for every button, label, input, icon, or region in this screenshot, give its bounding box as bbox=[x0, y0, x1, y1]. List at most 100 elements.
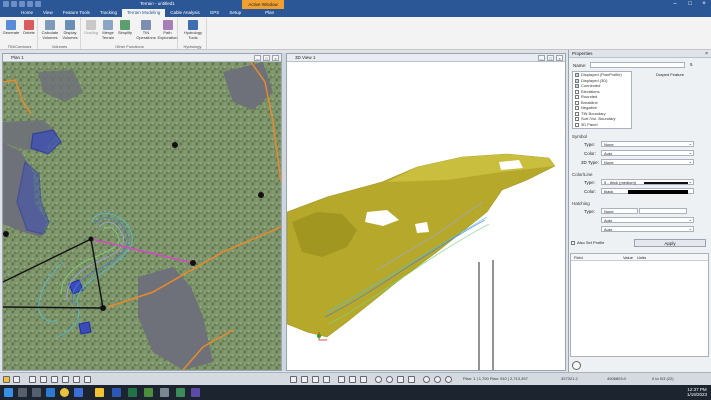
survey-point[interactable] bbox=[258, 192, 264, 198]
profile-icon[interactable] bbox=[13, 376, 20, 383]
symbol-color-select[interactable]: Auto bbox=[601, 150, 694, 156]
colorline-section-header[interactable]: Color/Line bbox=[572, 172, 593, 177]
delete-button[interactable]: Delete bbox=[20, 20, 38, 36]
apply-button[interactable]: Apply bbox=[634, 239, 706, 247]
terrain-3d-view[interactable] bbox=[287, 62, 565, 370]
pan-icon[interactable] bbox=[397, 376, 404, 383]
path-exploration-button[interactable]: Path Exploration bbox=[157, 20, 178, 40]
spin-value[interactable]: 5 bbox=[690, 62, 693, 67]
column-header-value[interactable]: Value bbox=[623, 255, 633, 260]
hatch-color-select[interactable]: Auto bbox=[601, 217, 694, 223]
pane-splitter[interactable] bbox=[282, 53, 286, 371]
undo-icon[interactable] bbox=[27, 1, 33, 7]
survey-point[interactable] bbox=[88, 236, 94, 242]
edit-icon[interactable] bbox=[40, 376, 47, 383]
pane-minimize-icon[interactable]: – bbox=[254, 55, 261, 61]
line-color-select[interactable]: black bbox=[601, 188, 694, 194]
close-icon[interactable]: × bbox=[697, 0, 711, 9]
grading-button[interactable]: Grading bbox=[82, 20, 100, 36]
minimize-icon[interactable]: – bbox=[668, 0, 682, 9]
hatch-pattern-preview[interactable] bbox=[639, 208, 687, 214]
tab-feature-tools[interactable]: Feature Tools bbox=[58, 9, 95, 17]
layer-checkbox[interactable] bbox=[575, 95, 579, 99]
layer-checkbox[interactable] bbox=[575, 73, 579, 77]
view-3d-icon[interactable] bbox=[360, 376, 367, 383]
save-icon[interactable] bbox=[11, 1, 17, 7]
plan-map[interactable] bbox=[3, 62, 281, 370]
chrome-icon[interactable] bbox=[60, 388, 69, 397]
search-icon[interactable] bbox=[18, 388, 27, 397]
teams-icon[interactable] bbox=[191, 388, 200, 397]
tab-setup[interactable]: Setup bbox=[224, 9, 246, 17]
snap-icon[interactable] bbox=[84, 376, 91, 383]
merge-terrain-button[interactable]: Merge Terrain bbox=[99, 20, 117, 40]
layer-checkbox[interactable] bbox=[575, 122, 579, 127]
tab-gps[interactable]: GPS bbox=[205, 9, 225, 17]
display-volumes-button[interactable]: Display Volumes bbox=[60, 20, 80, 40]
layer-checkbox[interactable] bbox=[575, 111, 579, 116]
pane-minimize-icon[interactable]: – bbox=[538, 55, 545, 61]
terrain-app-icon[interactable] bbox=[176, 388, 185, 397]
view-top-icon[interactable] bbox=[338, 376, 345, 383]
app-icon[interactable] bbox=[3, 1, 9, 7]
layer-checkbox[interactable] bbox=[575, 106, 579, 110]
file-explorer-icon[interactable] bbox=[95, 388, 104, 397]
pane-close-icon[interactable]: × bbox=[556, 55, 563, 61]
tab-view[interactable]: View bbox=[38, 9, 58, 17]
zoom-out-icon[interactable] bbox=[434, 376, 441, 383]
print-icon[interactable] bbox=[62, 376, 69, 383]
mail-icon[interactable] bbox=[74, 388, 83, 397]
start-icon[interactable] bbox=[4, 388, 13, 397]
zoom-in-icon[interactable] bbox=[423, 376, 430, 383]
nav-right-icon[interactable] bbox=[301, 376, 308, 383]
survey-point[interactable] bbox=[3, 231, 9, 237]
layer-checkbox[interactable] bbox=[575, 89, 579, 94]
generate-button[interactable]: Generate bbox=[2, 20, 20, 36]
layer-checkbox[interactable] bbox=[575, 78, 579, 83]
hatch-type-select[interactable]: None bbox=[601, 208, 638, 214]
app-c-icon[interactable] bbox=[144, 388, 153, 397]
move-icon[interactable] bbox=[73, 376, 80, 383]
pane-restore-icon[interactable]: □ bbox=[263, 55, 270, 61]
zoom-window-icon[interactable] bbox=[445, 376, 452, 383]
settings-icon[interactable] bbox=[572, 361, 581, 370]
hatch-background-select[interactable]: Auto bbox=[601, 226, 694, 232]
hatching-section-header[interactable]: Hatching bbox=[572, 201, 590, 206]
calculate-volumes-button[interactable]: Calculate Volumes bbox=[40, 20, 60, 40]
task-view-icon[interactable] bbox=[32, 388, 41, 397]
tab-cable-analysis[interactable]: Cable Analysis bbox=[165, 9, 205, 17]
hydrology-tools-button[interactable]: Hydrology Tools bbox=[181, 20, 205, 40]
excel-icon[interactable] bbox=[128, 388, 137, 397]
maximize-icon[interactable]: □ bbox=[683, 0, 697, 9]
zoom-extent-icon[interactable] bbox=[386, 376, 393, 383]
pane-restore-icon[interactable]: □ bbox=[547, 55, 554, 61]
hand-icon[interactable] bbox=[408, 376, 415, 383]
edge-icon[interactable] bbox=[46, 388, 55, 397]
survey-point[interactable] bbox=[190, 260, 196, 266]
also-set-profile-checkbox[interactable] bbox=[571, 241, 575, 245]
tab-plan-context[interactable]: Plan bbox=[260, 9, 279, 17]
line-type-select[interactable]: 5 - thick (medium) bbox=[601, 179, 694, 185]
panel-close-icon[interactable]: × bbox=[705, 50, 708, 58]
open-icon[interactable] bbox=[19, 1, 25, 7]
table-icon[interactable] bbox=[51, 376, 58, 383]
column-header-field[interactable]: Field bbox=[574, 255, 583, 260]
simplify-button[interactable]: Simplify bbox=[116, 20, 134, 36]
symbol-type-select[interactable]: None bbox=[601, 141, 694, 147]
select-icon[interactable] bbox=[29, 376, 36, 383]
pane-close-icon[interactable]: × bbox=[272, 55, 279, 61]
redo-icon[interactable] bbox=[35, 1, 41, 7]
system-tray[interactable] bbox=[600, 388, 650, 397]
tab-home[interactable]: Home bbox=[16, 9, 38, 17]
symbol-3d-type-select[interactable]: None bbox=[601, 159, 694, 165]
name-field[interactable] bbox=[590, 62, 685, 68]
layer-checkbox[interactable] bbox=[575, 84, 579, 88]
rotate-icon[interactable] bbox=[312, 376, 319, 383]
tab-terrain-modeling[interactable]: Terrain Modeling bbox=[121, 9, 166, 17]
tilt-icon[interactable] bbox=[323, 376, 330, 383]
layers-icon[interactable] bbox=[3, 376, 10, 383]
tin-operations-button[interactable]: TIN Operations bbox=[135, 20, 157, 40]
survey-point[interactable] bbox=[172, 142, 178, 148]
tab-tracking[interactable]: Tracking bbox=[95, 9, 122, 17]
app-icon[interactable] bbox=[160, 388, 169, 397]
